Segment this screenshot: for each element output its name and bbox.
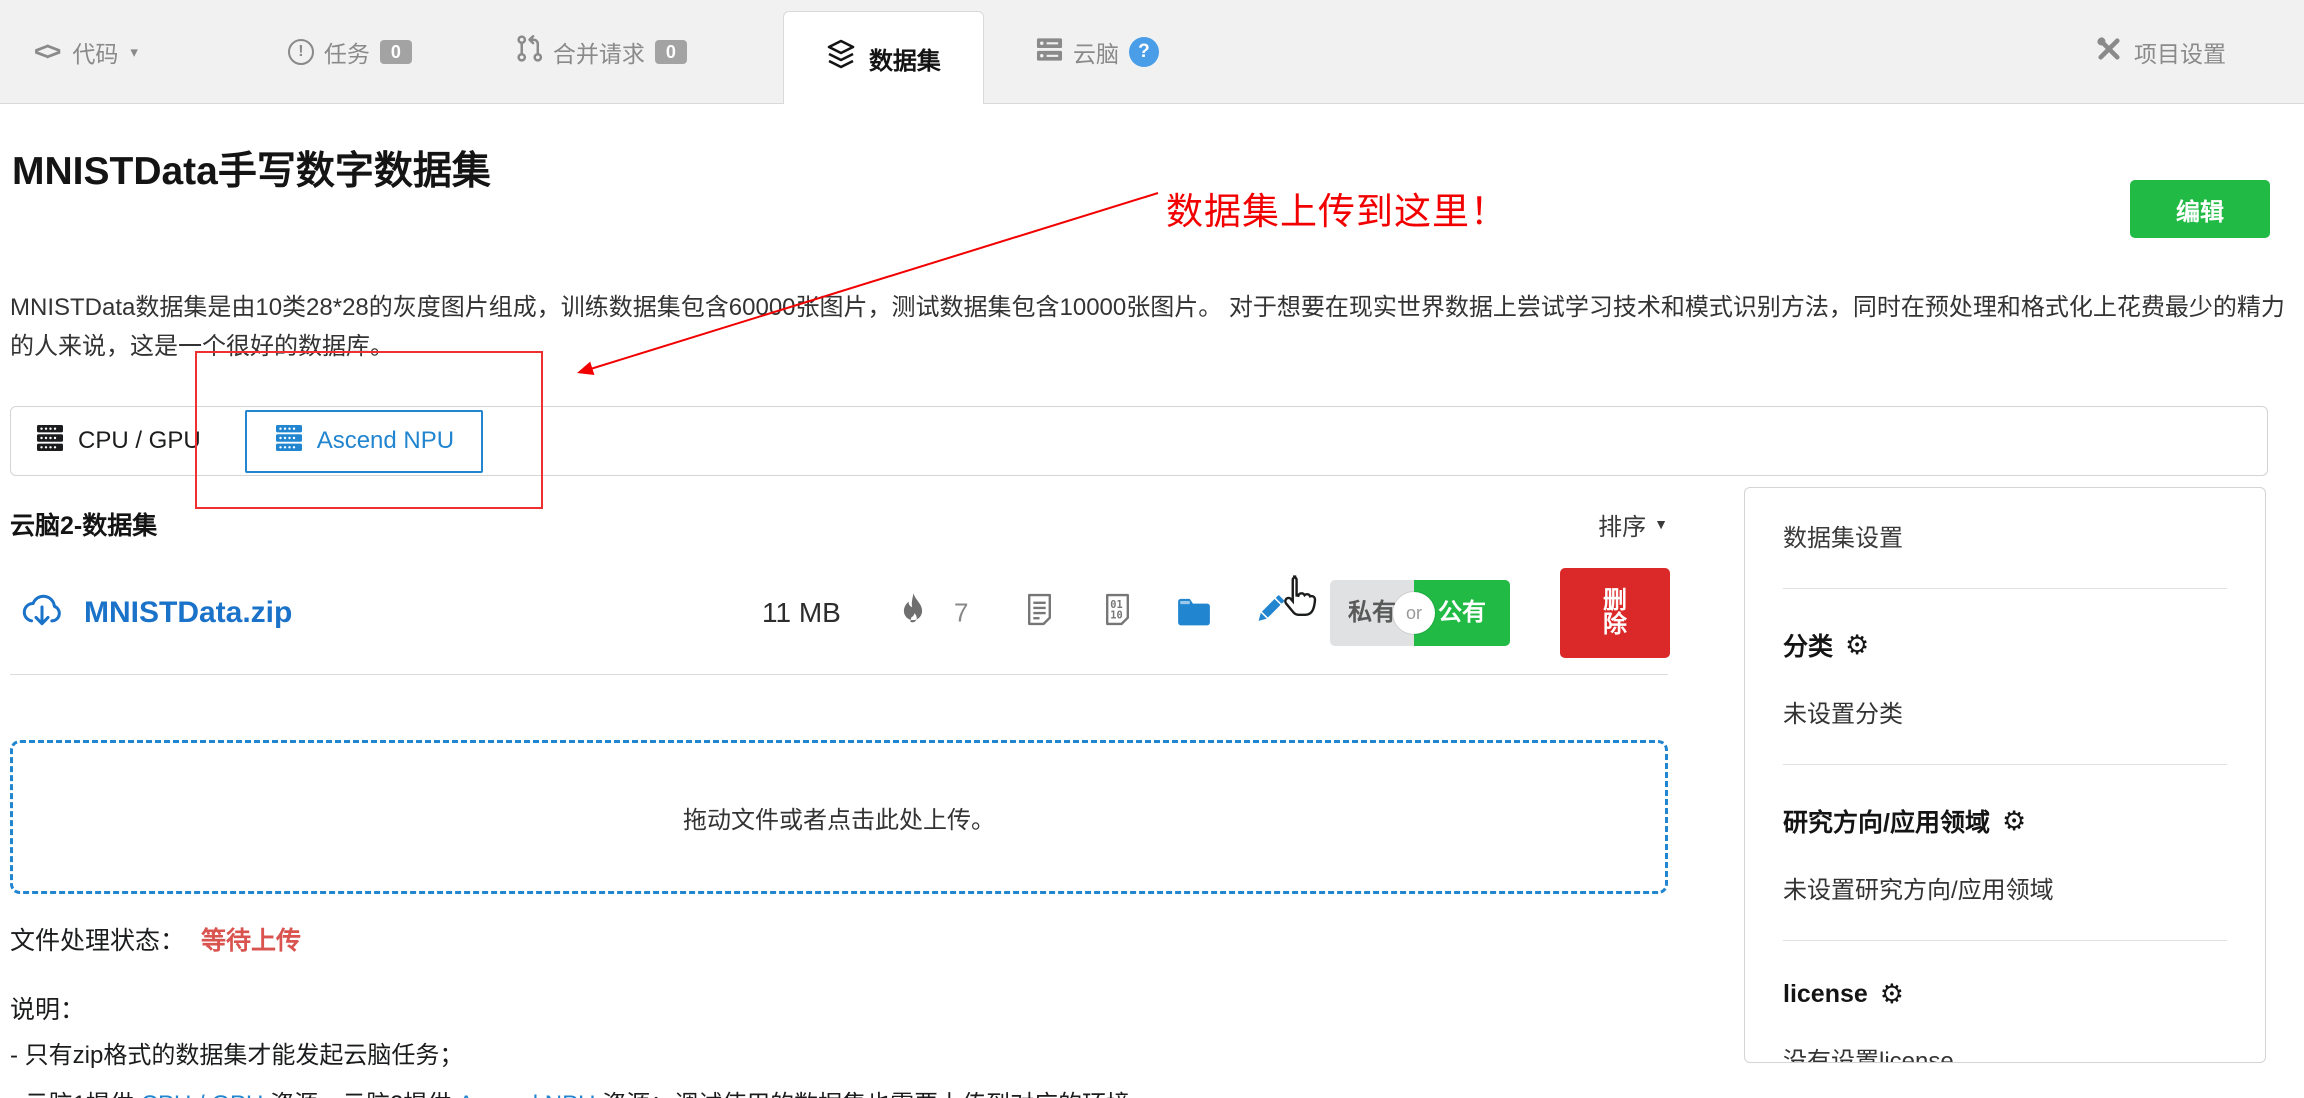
visibility-toggle: 私有 or 公有 xyxy=(1330,580,1510,646)
divider xyxy=(1783,588,2227,589)
tools-icon xyxy=(2094,34,2124,70)
nav-code-label: 代码 xyxy=(72,35,118,69)
delete-button[interactable]: 删除 xyxy=(1560,568,1670,658)
notes-heading: 说明： xyxy=(10,990,1668,1026)
divider xyxy=(10,674,1668,675)
page: <> 代码 ▾ ! 任务 0 合并请求 0 xyxy=(0,0,2304,1098)
research-area-label: 研究方向/应用领域 ⚙ xyxy=(1783,803,2227,839)
tab-ascend-npu-label: Ascend NPU xyxy=(317,427,454,455)
binary-file-icon[interactable]: 01 10 xyxy=(1102,593,1133,633)
nav-cloudbrain-label: 云脑 xyxy=(1073,35,1119,69)
pencil-edit-icon[interactable] xyxy=(1248,590,1290,637)
divider xyxy=(1783,764,2227,765)
tab-cpu-gpu-label: CPU / GPU xyxy=(78,427,201,455)
ascend-npu-link[interactable]: Ascend NPU xyxy=(458,1091,595,1098)
nav-item-cloudbrain[interactable]: 云脑 ? xyxy=(1036,35,1159,69)
note-2-pre: - 云脑1提供 xyxy=(10,1091,141,1098)
nav-item-pull-requests[interactable]: 合并请求 0 xyxy=(516,34,687,69)
dataset-description: MNISTData数据集是由10类28*28的灰度图片组成，训练数据集包含600… xyxy=(10,288,2292,366)
settings-card-title: 数据集设置 xyxy=(1783,518,2227,553)
file-size: 11 MB xyxy=(762,597,841,629)
datasets-stack-icon xyxy=(826,39,856,78)
category-label: 分类 ⚙ xyxy=(1783,627,2227,663)
dataset-column: 云脑2-数据集 排序 ▼ MNISTData.zip 11 MB xyxy=(10,506,1668,1098)
nav-pulls-label: 合并请求 xyxy=(553,35,645,69)
dataset-file-link[interactable]: MNISTData.zip xyxy=(84,596,292,630)
page-title: MNISTData手写数字数据集 xyxy=(12,140,2294,196)
issues-count-badge: 0 xyxy=(380,40,412,64)
upload-hint: 拖动文件或者点击此处上传。 xyxy=(683,800,995,835)
note-line-1: - 只有zip格式的数据集才能发起云脑任务； xyxy=(10,1037,1668,1075)
divider xyxy=(1783,940,2227,941)
gear-icon[interactable]: ⚙ xyxy=(1845,630,1869,661)
license-value: 没有设置license xyxy=(1783,1041,2227,1063)
top-navigation: <> 代码 ▾ ! 任务 0 合并请求 0 xyxy=(0,0,2304,104)
nav-settings-label: 项目设置 xyxy=(2134,35,2226,69)
pulls-count-badge: 0 xyxy=(655,40,687,64)
license-label-text: license xyxy=(1783,980,1868,1009)
gear-icon[interactable]: ⚙ xyxy=(1880,979,1904,1010)
sort-dropdown[interactable]: 排序 ▼ xyxy=(1598,507,1668,542)
or-divider: or xyxy=(1393,592,1435,634)
code-icon: <> xyxy=(34,36,62,67)
sort-label: 排序 xyxy=(1598,507,1646,542)
dataset-settings-card: 数据集设置 分类 ⚙ 未设置分类 研究方向/应用领域 ⚙ 未设置研究方向/应用领… xyxy=(1744,487,2266,1063)
nav-item-issues[interactable]: ! 任务 0 xyxy=(288,35,412,69)
file-status-line: 文件处理状态： 等待上传 xyxy=(10,921,1668,957)
category-value: 未设置分类 xyxy=(1783,694,2227,729)
server-icon xyxy=(274,423,304,460)
note-line-2: - 云脑1提供 CPU / GPU 资源，云脑2提供 Ascend NPU 资源… xyxy=(10,1086,1668,1098)
dataset-file-row: MNISTData.zip 11 MB 7 xyxy=(10,578,1668,648)
downloads-count: 7 xyxy=(954,598,968,629)
tab-cpu-gpu[interactable]: CPU / GPU xyxy=(35,423,201,460)
nav-issues-label: 任务 xyxy=(324,35,370,69)
issues-icon: ! xyxy=(288,39,314,65)
status-value: 等待上传 xyxy=(201,927,301,955)
server-icon xyxy=(1036,35,1063,69)
nav-item-code[interactable]: <> 代码 ▾ xyxy=(34,35,138,69)
file-text-icon[interactable] xyxy=(1024,593,1055,633)
note-2-mid: 资源，云脑2提供 xyxy=(263,1091,458,1098)
binary-bottom-text: 10 xyxy=(1110,610,1122,622)
gear-icon[interactable]: ⚙ xyxy=(2002,806,2026,837)
research-area-value: 未设置研究方向/应用领域 xyxy=(1783,870,2227,905)
server-icon xyxy=(35,423,65,460)
tab-ascend-npu-selected[interactable]: Ascend NPU xyxy=(245,410,483,473)
note-2-post: 资源；调试使用的数据集也需要上传到对应的环境。 xyxy=(595,1091,1154,1098)
environment-tabbar: CPU / GPU Ascend NPU xyxy=(10,406,2268,476)
edit-button[interactable]: 编辑 xyxy=(2130,180,2270,238)
flame-downloads-icon xyxy=(898,592,928,635)
help-icon[interactable]: ? xyxy=(1129,37,1159,67)
tab-datasets-label: 数据集 xyxy=(869,41,941,76)
license-label: license ⚙ xyxy=(1783,979,2227,1010)
upload-dropzone[interactable]: 拖动文件或者点击此处上传。 xyxy=(10,740,1668,894)
status-label: 文件处理状态： xyxy=(10,927,185,955)
folder-icon[interactable] xyxy=(1176,596,1212,631)
tab-datasets-active[interactable]: 数据集 xyxy=(783,11,984,104)
caret-down-icon: ▼ xyxy=(1654,516,1668,532)
nav-item-project-settings[interactable]: 项目设置 xyxy=(2094,34,2226,70)
category-label-text: 分类 xyxy=(1783,627,1833,663)
research-area-label-text: 研究方向/应用领域 xyxy=(1783,803,1990,839)
chevron-down-icon: ▾ xyxy=(130,43,138,61)
cpu-gpu-link[interactable]: CPU / GPU xyxy=(141,1091,264,1098)
section-heading: 云脑2-数据集 xyxy=(10,506,157,542)
cloud-download-icon[interactable] xyxy=(20,591,64,636)
pull-request-icon xyxy=(516,34,543,69)
